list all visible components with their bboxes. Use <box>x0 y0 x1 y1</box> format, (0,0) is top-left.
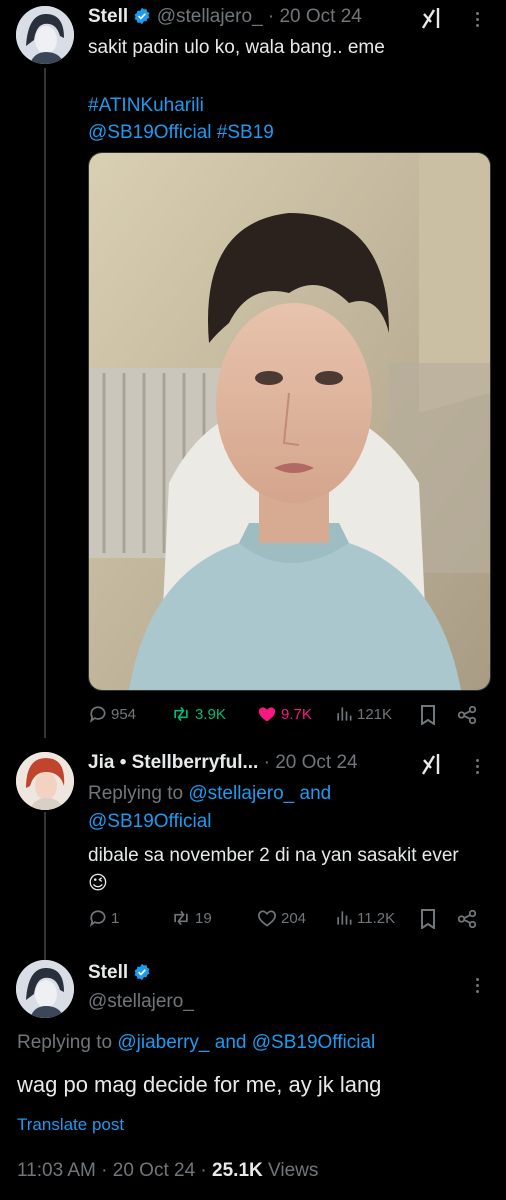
more-options-icon[interactable] <box>476 9 480 30</box>
like-count: 9.7K <box>281 705 312 723</box>
views-count: 11.2K <box>357 909 396 927</box>
retweet-count: 3.9K <box>195 705 226 723</box>
retweet-button[interactable]: 3.9K <box>170 704 226 724</box>
mention-link[interactable]: @stellajero_ <box>188 783 294 804</box>
author-name[interactable]: Jia • Stellberryful... <box>88 752 258 773</box>
verified-badge-icon <box>133 7 151 31</box>
retweet-icon <box>174 910 188 926</box>
retweet-button[interactable]: 19 <box>170 908 212 928</box>
replying-and: and <box>299 783 332 804</box>
author-name[interactable]: Stell <box>88 962 128 983</box>
views-count: 25.1K <box>212 1160 263 1181</box>
reply-count: 954 <box>111 705 137 723</box>
replying-to-label: Replying to <box>17 1032 113 1053</box>
like-count: 204 <box>281 909 307 927</box>
replying-to-line: Replying to @jiaberry_ and @SB19Official <box>17 1032 375 1054</box>
more-options-icon[interactable] <box>476 975 480 996</box>
tweet-time[interactable]: · 20 Oct 24 <box>264 752 358 773</box>
views-label: Views <box>268 1160 319 1181</box>
mention-link[interactable]: @SB19Official <box>88 811 212 832</box>
wink-emoji: 😉 <box>88 873 108 894</box>
more-options-icon[interactable] <box>476 756 480 777</box>
grok-icon[interactable] <box>420 6 446 35</box>
mention-link[interactable]: @SB19Official <box>88 122 212 143</box>
thread-line-1 <box>44 68 46 738</box>
replying-and: and <box>214 1032 247 1053</box>
reply1-text: dibale sa november 2 di na yan sasakit e… <box>88 842 478 898</box>
verified-badge-icon <box>133 963 151 987</box>
tweet1-header: Stell @stellajero_ · 20 Oct 24 <box>88 6 362 31</box>
tweet-time[interactable]: · 20 Oct 24 <box>268 6 362 27</box>
heart-icon <box>258 910 276 927</box>
heart-filled-icon <box>258 707 276 722</box>
views-button[interactable]: 11.2K <box>334 908 395 928</box>
like-button[interactable]: 9.7K <box>256 704 312 724</box>
views-icon <box>337 707 352 721</box>
mention-link[interactable]: @SB19Official <box>252 1032 376 1053</box>
author-name[interactable]: Stell <box>88 6 128 27</box>
views-count: 121K <box>357 705 393 723</box>
bookmark-icon[interactable] <box>420 909 436 934</box>
like-button[interactable]: 204 <box>256 908 306 928</box>
retweet-count: 19 <box>195 909 212 927</box>
thread-line-2 <box>44 812 46 960</box>
tweet1-text: sakit padin ulo ko, wala bang.. eme <box>88 37 385 58</box>
tweet-timestamp[interactable]: 11:03 AM · 20 Oct 24 · <box>17 1160 207 1181</box>
reply-text: dibale sa november 2 di na yan sasakit e… <box>88 845 459 866</box>
avatar[interactable] <box>16 960 74 1018</box>
author-handle[interactable]: @stellajero_ <box>157 6 263 27</box>
replying-to-line: Replying to @stellajero_ and @SB19Offici… <box>88 780 488 836</box>
tweet-media-image[interactable] <box>88 152 491 691</box>
views-button[interactable]: 121K <box>334 704 392 724</box>
reply-button[interactable]: 1 <box>88 908 119 928</box>
avatar[interactable] <box>16 6 74 64</box>
focused-tweet-text: wag po mag decide for me, ay jk lang <box>17 1072 382 1097</box>
grok-icon[interactable] <box>420 752 446 781</box>
tweet1-tags: #ATINKuharili @SB19Official #SB19 <box>88 92 274 146</box>
reply2-header: Stell @stellajero_ <box>88 962 194 1013</box>
reply1-header: Jia • Stellberryful... · 20 Oct 24 <box>88 752 358 774</box>
avatar[interactable] <box>16 752 74 810</box>
mention-link[interactable]: @jiaberry_ <box>117 1032 209 1053</box>
tweet-meta: 11:03 AM · 20 Oct 24 · 25.1K Views <box>17 1160 318 1182</box>
hashtag-link[interactable]: #SB19 <box>217 122 274 143</box>
reply-icon <box>89 706 106 723</box>
replying-to-label: Replying to <box>88 783 184 804</box>
views-icon <box>337 911 352 925</box>
translate-post-link[interactable]: Translate post <box>17 1115 124 1135</box>
author-handle[interactable]: @stellajero_ <box>88 991 194 1013</box>
share-icon[interactable] <box>456 704 478 731</box>
hashtag-link[interactable]: #ATINKuharili <box>88 95 204 116</box>
reply-button[interactable]: 954 <box>88 704 136 724</box>
bookmark-icon[interactable] <box>420 705 436 730</box>
reply-icon <box>89 910 106 927</box>
retweet-icon <box>174 706 188 722</box>
share-icon[interactable] <box>456 908 478 935</box>
reply-count: 1 <box>111 909 120 927</box>
